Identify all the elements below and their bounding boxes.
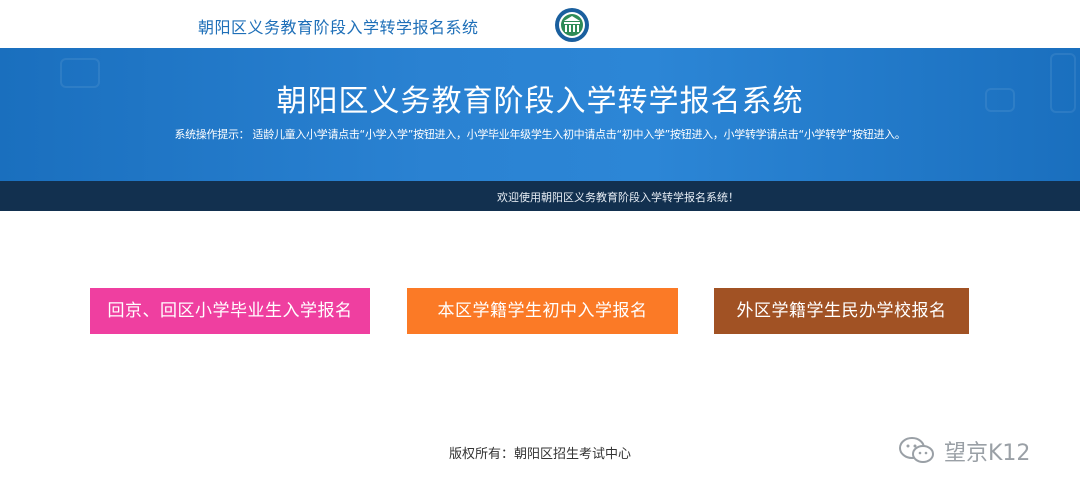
header-title: 朝阳区义务教育阶段入学转学报名系统 xyxy=(198,18,479,37)
other-district-private-school-button[interactable]: 外区学籍学生民办学校报名 xyxy=(714,288,969,334)
welcome-message: 欢迎使用朝阳区义务教育阶段入学转学报名系统！ xyxy=(497,191,739,204)
watermark-text: 望京K12 xyxy=(944,441,1031,466)
local-junior-high-enroll-button[interactable]: 本区学籍学生初中入学报名 xyxy=(407,288,678,334)
wechat-icon xyxy=(899,437,934,463)
banner-title: 朝阳区义务教育阶段入学转学报名系统 xyxy=(276,84,804,119)
hero-banner: 朝阳区义务教育阶段入学转学报名系统 系统操作提示： 适龄儿童入小学请点击“小学入… xyxy=(0,48,1080,181)
returning-graduate-enroll-button[interactable]: 回京、回区小学毕业生入学报名 xyxy=(90,288,370,334)
welcome-bar: 欢迎使用朝阳区义务教育阶段入学转学报名系统！ xyxy=(0,181,1080,211)
top-header: 朝阳区义务教育阶段入学转学报名系统 xyxy=(0,0,1080,48)
watermark: 望京K12 xyxy=(898,433,1030,469)
school-emblem-icon xyxy=(555,8,589,42)
operation-hint: 系统操作提示： 适龄儿童入小学请点击“小学入学”按钮进入，小学毕业年级学生入初中… xyxy=(174,128,906,141)
